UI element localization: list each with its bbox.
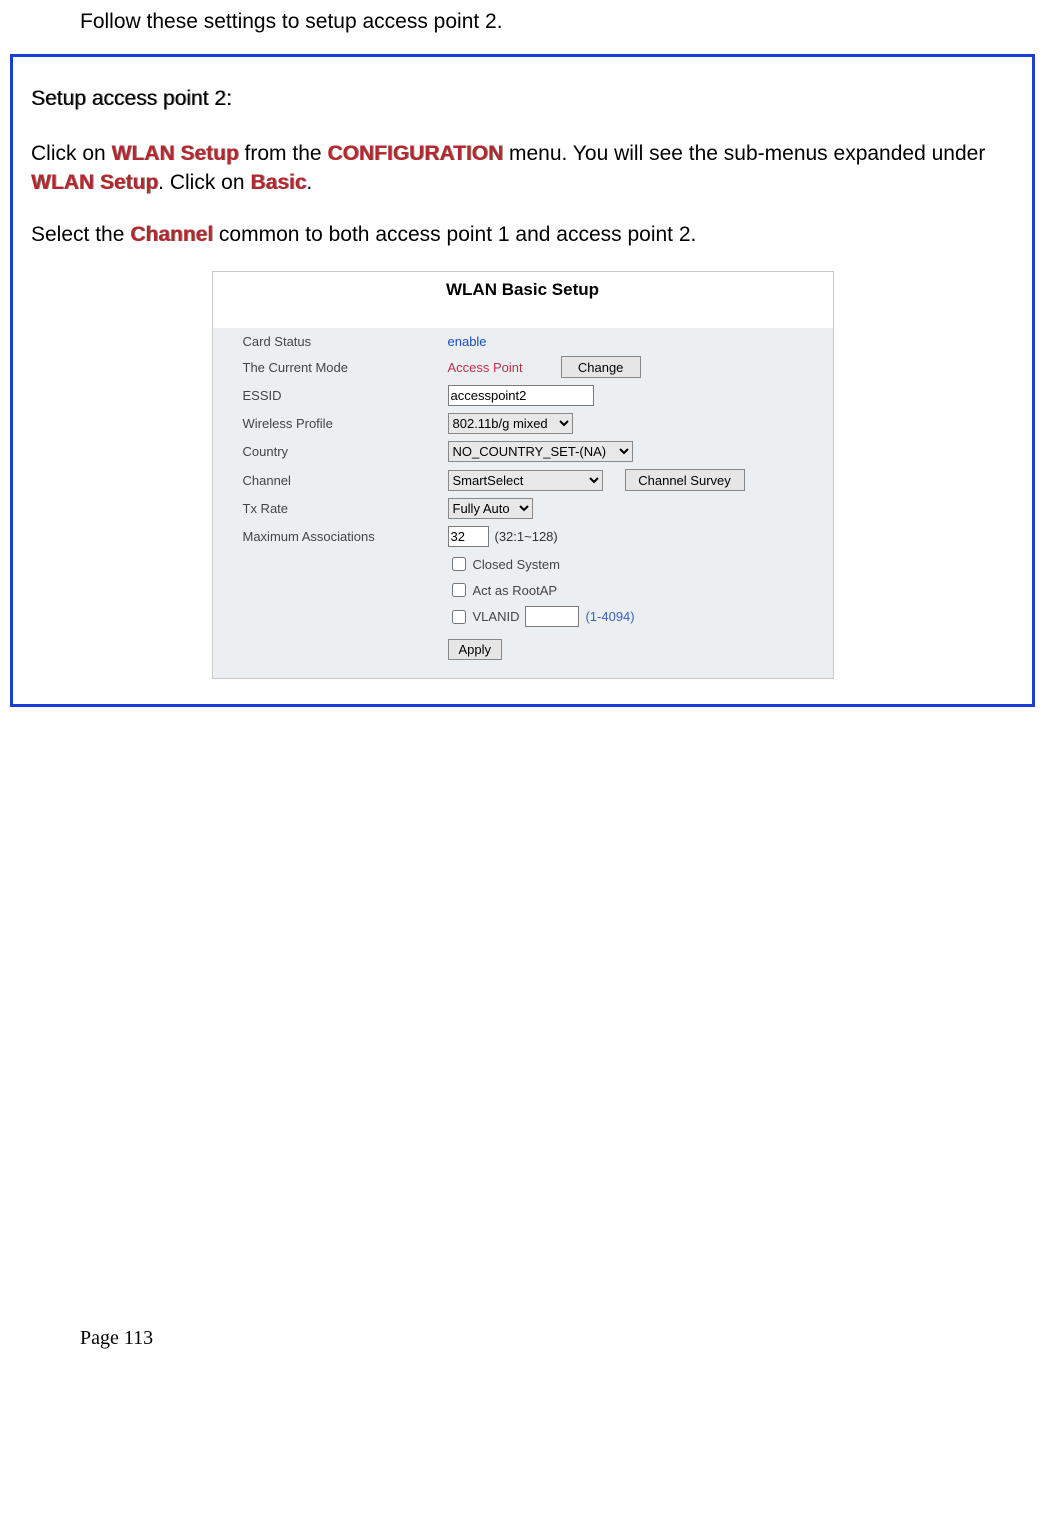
essid-input[interactable] xyxy=(448,385,594,406)
label-act-as-rootap: Act as RootAP xyxy=(473,583,558,598)
row-max-assoc: Maximum Associations (32:1~128) xyxy=(243,526,813,547)
panel-title: WLAN Basic Setup xyxy=(213,272,833,328)
instruction-paragraph-2: Select the Channel common to both access… xyxy=(31,220,1014,249)
text-segment: Select the xyxy=(31,223,130,246)
highlight-wlan-setup: WLAN Setup xyxy=(112,142,239,165)
row-card-status: Card Status enable xyxy=(243,334,813,349)
row-country: Country NO_COUNTRY_SET-(NA) xyxy=(243,441,813,462)
label-wireless-profile: Wireless Profile xyxy=(243,416,448,431)
text-segment: . xyxy=(306,171,312,194)
value-card-status: enable xyxy=(448,334,487,349)
row-apply: Apply xyxy=(448,639,813,660)
text-segment: menu. You will see the sub-menus expande… xyxy=(503,142,985,165)
row-vlanid: VLANID (1-4094) xyxy=(448,606,813,627)
max-assoc-hint: (32:1~128) xyxy=(495,529,558,544)
vlanid-checkbox[interactable] xyxy=(452,610,466,624)
wlan-basic-setup-panel: WLAN Basic Setup Card Status enable The … xyxy=(212,271,834,679)
label-channel: Channel xyxy=(243,473,448,488)
row-channel: Channel SmartSelect Channel Survey xyxy=(243,469,813,491)
page-number: Page 113 xyxy=(80,1327,1045,1350)
wireless-profile-select[interactable]: 802.11b/g mixed xyxy=(448,413,573,434)
apply-button[interactable]: Apply xyxy=(448,639,503,660)
highlight-channel: Channel xyxy=(130,223,213,246)
tx-rate-select[interactable]: Fully Auto xyxy=(448,498,533,519)
row-wireless-profile: Wireless Profile 802.11b/g mixed xyxy=(243,413,813,434)
highlight-configuration: CONFIGURATION xyxy=(327,142,503,165)
instruction-box: Setup access point 2: Click on WLAN Setu… xyxy=(10,54,1035,707)
max-assoc-input[interactable] xyxy=(448,526,489,547)
country-select[interactable]: NO_COUNTRY_SET-(NA) xyxy=(448,441,633,462)
change-button[interactable]: Change xyxy=(561,356,641,378)
doc-intro-text: Follow these settings to setup access po… xyxy=(80,10,1045,34)
label-vlanid: VLANID xyxy=(473,609,520,624)
highlight-basic: Basic xyxy=(250,171,306,194)
row-essid: ESSID xyxy=(243,385,813,406)
act-as-rootap-checkbox[interactable] xyxy=(452,583,466,597)
value-current-mode: Access Point xyxy=(448,360,523,375)
instruction-paragraph-1: Click on WLAN Setup from the CONFIGURATI… xyxy=(31,139,1014,198)
label-current-mode: The Current Mode xyxy=(243,360,448,375)
label-country: Country xyxy=(243,444,448,459)
text-segment: common to both access point 1 and access… xyxy=(213,223,696,246)
label-essid: ESSID xyxy=(243,388,448,403)
vlanid-input[interactable] xyxy=(525,606,579,627)
vlanid-hint: (1-4094) xyxy=(585,609,634,624)
row-current-mode: The Current Mode Access Point Change xyxy=(243,356,813,378)
label-tx-rate: Tx Rate xyxy=(243,501,448,516)
text-segment: from the xyxy=(239,142,328,165)
text-segment: . Click on xyxy=(158,171,250,194)
section-heading: Setup access point 2: xyxy=(31,87,1014,111)
text-segment: Click on xyxy=(31,142,112,165)
row-tx-rate: Tx Rate Fully Auto xyxy=(243,498,813,519)
label-closed-system: Closed System xyxy=(473,557,560,572)
channel-select[interactable]: SmartSelect xyxy=(448,470,603,491)
row-act-as-rootap: Act as RootAP xyxy=(448,580,813,600)
highlight-wlan-setup-2: WLAN Setup xyxy=(31,171,158,194)
label-max-assoc: Maximum Associations xyxy=(243,529,448,544)
row-closed-system: Closed System xyxy=(448,554,813,574)
channel-survey-button[interactable]: Channel Survey xyxy=(625,469,745,491)
label-card-status: Card Status xyxy=(243,334,448,349)
closed-system-checkbox[interactable] xyxy=(452,557,466,571)
